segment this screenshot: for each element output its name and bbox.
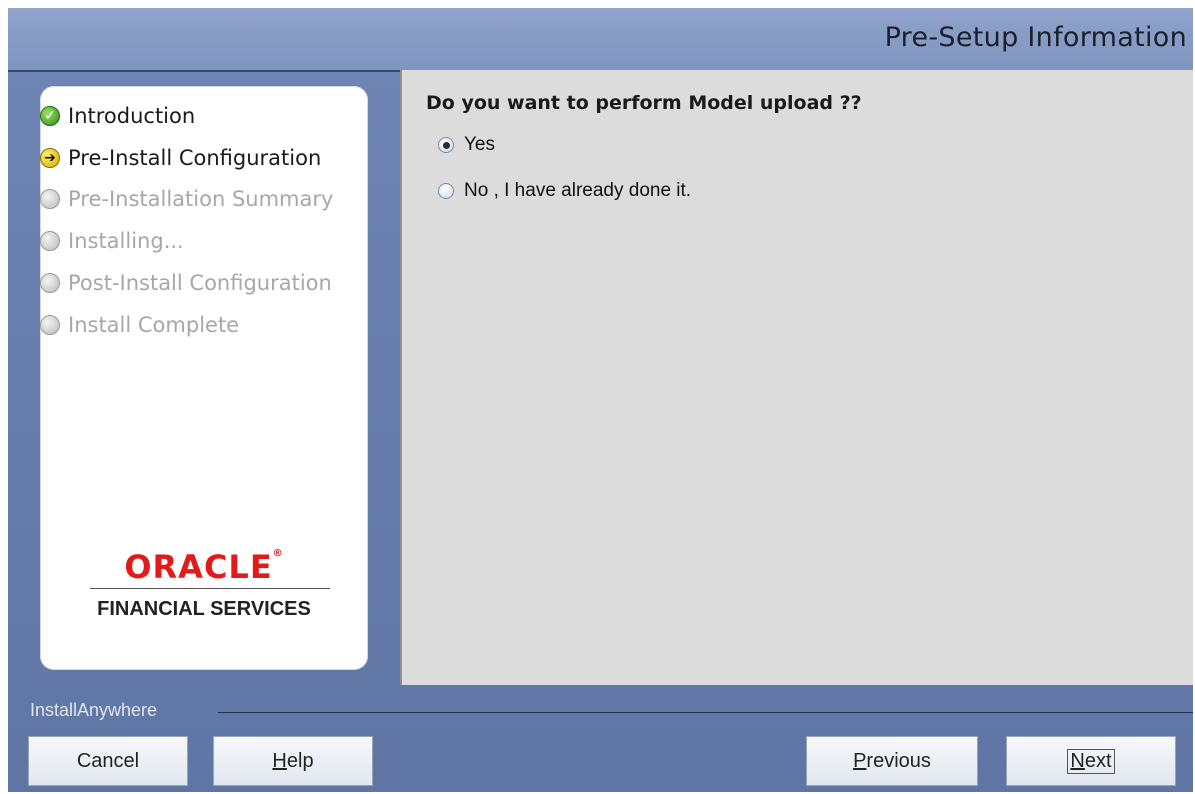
- oracle-logo-text: ORACLE: [124, 548, 273, 586]
- radio-option-yes[interactable]: Yes: [438, 134, 495, 156]
- question-label: Do you want to perform Model upload ??: [426, 92, 862, 114]
- steps-panel: ✓ Introduction ➔ Pre-Install Configurati…: [40, 86, 368, 670]
- cancel-button[interactable]: Cancel: [28, 736, 188, 786]
- pending-circle-icon: [40, 315, 60, 335]
- next-label: Next: [1067, 748, 1115, 774]
- step-label: Pre-Install Configuration: [68, 146, 322, 170]
- previous-label-rest: revious: [866, 749, 931, 772]
- radio-button[interactable]: [438, 183, 454, 199]
- step-install-complete: Install Complete: [40, 309, 239, 341]
- registered-mark: ®: [272, 548, 284, 559]
- step-post-install-configuration: Post-Install Configuration: [40, 267, 332, 299]
- arrow-right-icon: ➔: [40, 148, 60, 168]
- footer-divider: [218, 712, 1193, 713]
- next-mnemonic: N: [1070, 749, 1085, 772]
- pending-circle-icon: [40, 231, 60, 251]
- installer-window: Pre-Setup Information ✓ Introduction ➔ P…: [8, 8, 1193, 792]
- page-title: Pre-Setup Information: [884, 22, 1187, 53]
- pending-circle-icon: [40, 189, 60, 209]
- previous-button[interactable]: Previous: [806, 736, 978, 786]
- step-label: Installing...: [68, 229, 184, 253]
- next-button[interactable]: Next: [1006, 736, 1176, 786]
- help-label-rest: elp: [286, 749, 314, 772]
- step-pre-install-configuration: ➔ Pre-Install Configuration: [40, 142, 321, 174]
- header-bar: Pre-Setup Information: [8, 8, 1193, 70]
- step-installing: Installing...: [40, 225, 184, 257]
- step-pre-installation-summary: Pre-Installation Summary: [40, 183, 333, 215]
- step-label: Pre-Installation Summary: [68, 187, 334, 211]
- radio-label: Yes: [464, 134, 495, 155]
- step-label: Install Complete: [68, 313, 240, 337]
- logo-tagline: FINANCIAL SERVICES: [97, 598, 311, 620]
- oracle-logo: ORACLE®: [40, 548, 368, 586]
- radio-label: No , I have already done it.: [464, 180, 692, 201]
- cancel-label: Cancel: [76, 749, 140, 772]
- pending-circle-icon: [40, 273, 60, 293]
- vendor-label: InstallAnywhere: [30, 700, 158, 720]
- content-panel: Do you want to perform Model upload ?? Y…: [400, 70, 1193, 685]
- logo-divider: [90, 588, 330, 589]
- radio-option-no[interactable]: No , I have already done it.: [438, 180, 691, 202]
- step-introduction: ✓ Introduction: [40, 100, 195, 132]
- help-button[interactable]: Help: [213, 736, 373, 786]
- step-label: Introduction: [68, 104, 196, 128]
- previous-mnemonic: P: [853, 749, 867, 772]
- step-label: Post-Install Configuration: [68, 271, 332, 295]
- checkmark-icon: ✓: [40, 106, 60, 126]
- next-label-rest: ext: [1084, 749, 1112, 772]
- radio-button-selected[interactable]: [438, 137, 454, 153]
- help-mnemonic: H: [272, 749, 287, 772]
